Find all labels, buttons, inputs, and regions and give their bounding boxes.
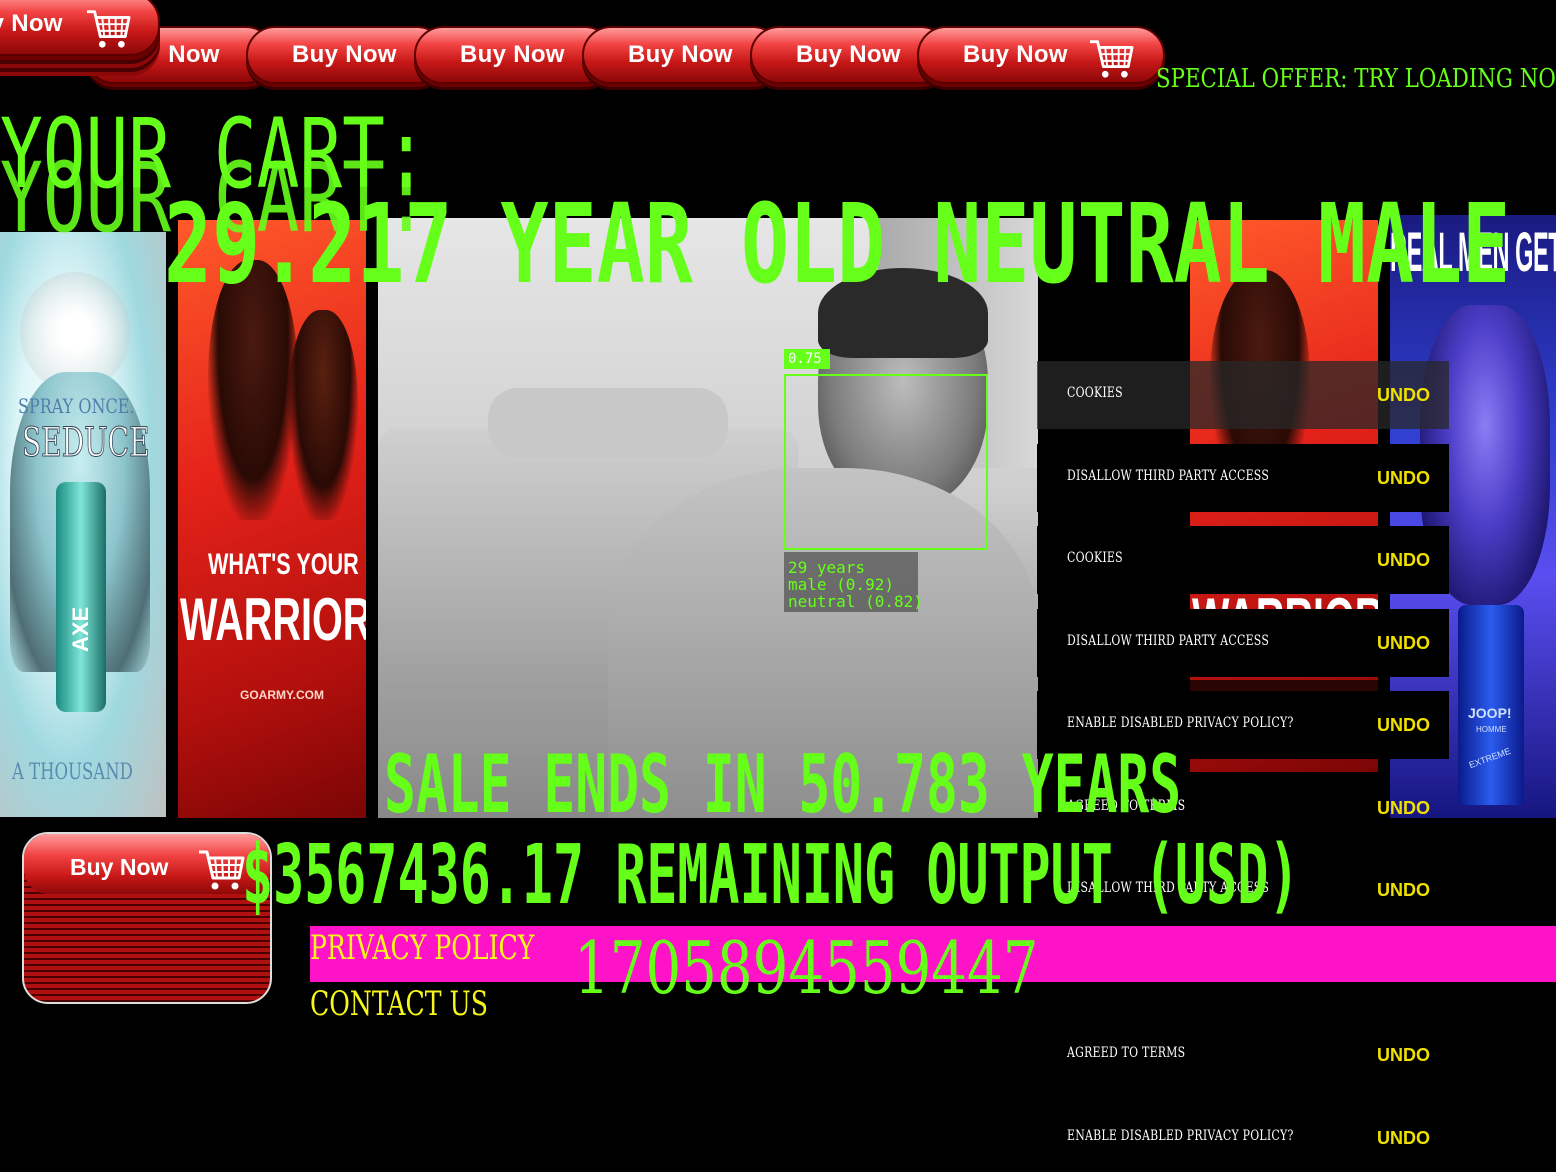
undo-button[interactable]: UNDO: [1377, 1045, 1430, 1066]
undo-button[interactable]: UNDO: [1377, 715, 1430, 736]
buy-now-label: Buy Now: [0, 10, 63, 37]
consent-text: DISALLOW THIRD PARTY ACCESS: [1067, 468, 1270, 484]
buy-now-label: Buy Now: [796, 41, 901, 68]
pillow-shape: [488, 388, 728, 458]
buy-now-label: Buy Now: [70, 854, 169, 880]
consent-row: DISALLOW THIRD PARTY ACCESS UNDO: [1037, 609, 1449, 677]
consent-text: DISALLOW THIRD PARTY ACCESS: [1067, 633, 1270, 649]
undo-button[interactable]: UNDO: [1377, 633, 1430, 654]
consent-row: COOKIES UNDO: [1037, 526, 1449, 594]
consent-text: ENABLE DISABLED PRIVACY POLICY?: [1067, 715, 1294, 731]
consent-row: ENABLE DISABLED PRIVACY POLICY? UNDO: [1037, 1104, 1449, 1172]
ad-text: SEDUCE: [22, 420, 150, 467]
axe-ad[interactable]: SPRAY ONCE. SEDUCE AXE A THOUSAND: [0, 232, 166, 817]
cart-icon: [197, 850, 245, 891]
contact-us-link[interactable]: CONTACT US: [310, 984, 488, 1024]
buy-now-label: Buy Now: [963, 41, 1068, 68]
consent-text: COOKIES: [1067, 385, 1123, 401]
undo-button[interactable]: UNDO: [1377, 798, 1430, 819]
undo-button[interactable]: UNDO: [1377, 385, 1430, 406]
consent-row: AGREED TO TERMS UNDO: [1037, 1021, 1449, 1089]
undo-button[interactable]: UNDO: [1377, 468, 1430, 489]
consent-row: COOKIES UNDO: [1037, 361, 1449, 429]
face-detection-box: [784, 374, 988, 550]
ad-text: WARRIOR?: [180, 586, 366, 653]
undo-button[interactable]: UNDO: [1377, 880, 1430, 901]
ad-text: SPRAY ONCE.: [18, 394, 135, 418]
timestamp-counter: 1705894559447: [574, 926, 1039, 1010]
consent-row: DISALLOW THIRD PARTY ACCESS UNDO: [1037, 444, 1449, 512]
special-offer-banner: SPECIAL OFFER: TRY LOADING NOW!: [1156, 64, 1556, 94]
ad-brand: AXE: [68, 606, 93, 652]
undo-button[interactable]: UNDO: [1377, 1128, 1430, 1149]
webcam-feed: 0.75 29 years male (0.92) neutral (0.82): [378, 218, 1038, 818]
cart-icon: [85, 10, 131, 50]
detection-confidence: 0.75: [784, 349, 830, 369]
army-ad[interactable]: WHAT'S YOUR WARRIOR? GOARMY.COM: [178, 220, 366, 818]
cart-icon: [1088, 40, 1134, 80]
consent-text: ENABLE DISABLED PRIVACY POLICY?: [1067, 1128, 1294, 1144]
remaining-output: $3567436.17 REMAINING OUTPUT (USD): [242, 828, 1300, 923]
ad-url: GOARMY.COM: [240, 688, 324, 702]
sale-countdown: SALE ENDS IN 50.783 YEARS: [384, 738, 1182, 831]
undo-button[interactable]: UNDO: [1377, 550, 1430, 571]
buy-now-label: Buy Now: [628, 41, 733, 68]
consent-text: AGREED TO TERMS: [1067, 1045, 1186, 1061]
consent-text: COOKIES: [1067, 550, 1123, 566]
buy-now-button[interactable]: Buy Now: [0, 0, 160, 56]
detection-expression: neutral (0.82): [788, 592, 923, 611]
buy-now-button[interactable]: Buy Now: [917, 26, 1165, 84]
ad-brand-sub: HOMME: [1476, 725, 1507, 734]
axe-bottle-shape: [56, 482, 106, 712]
buy-now-button[interactable]: Buy Now: [22, 832, 272, 1004]
cart-subject: 29.217 YEAR OLD NEUTRAL MALE: [164, 180, 1511, 308]
buy-now-label: Buy Now: [460, 41, 565, 68]
ad-text: WHAT'S YOUR: [208, 548, 359, 581]
ad-text: A THOUSAND: [12, 760, 133, 785]
privacy-policy-link[interactable]: PRIVACY POLICY: [310, 928, 534, 968]
buy-now-label: Buy Now: [292, 41, 397, 68]
ad-brand: JOOP!: [1468, 705, 1512, 721]
soldier-shape: [288, 310, 358, 520]
